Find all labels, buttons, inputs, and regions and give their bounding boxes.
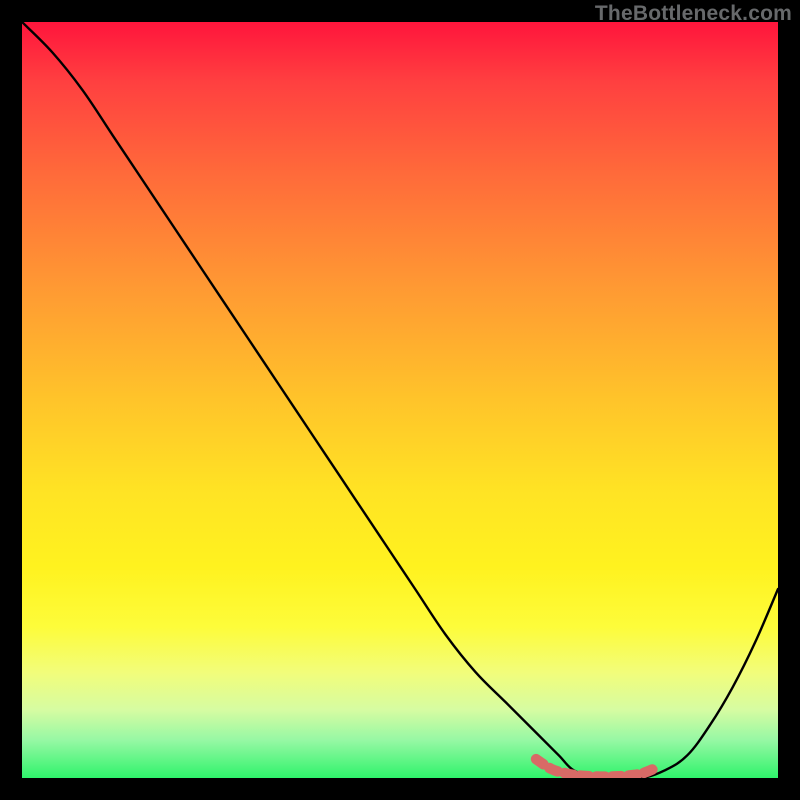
bottleneck-curve xyxy=(22,22,778,778)
watermark-text: TheBottleneck.com xyxy=(595,2,792,26)
plot-area xyxy=(22,22,778,778)
curve-layer xyxy=(22,22,778,778)
chart-container: TheBottleneck.com xyxy=(0,0,800,800)
bottom-marker xyxy=(536,759,657,776)
